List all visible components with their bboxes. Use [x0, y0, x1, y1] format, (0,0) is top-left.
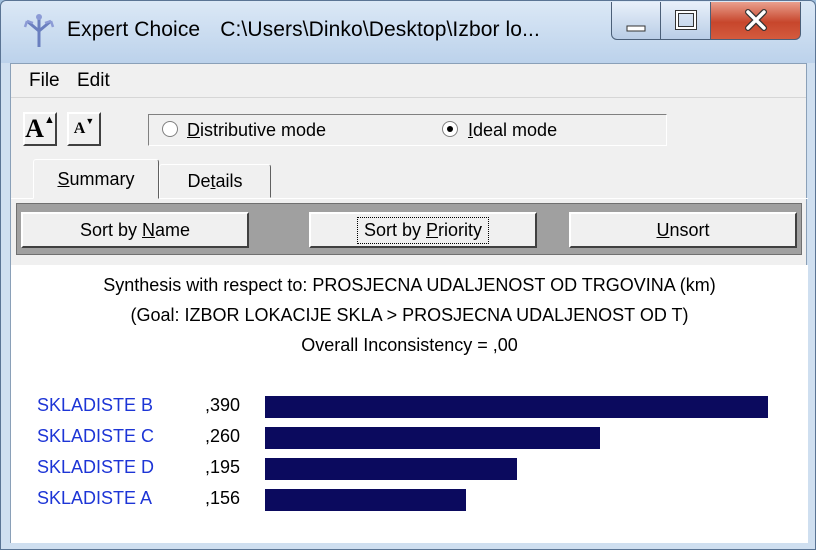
summary-panel: Sort by Name Sort by Priority Unsort Syn… [11, 198, 808, 544]
increase-font-icon: A [25, 114, 44, 143]
distributive-mode-radio[interactable] [162, 121, 178, 137]
synthesis-goal: (Goal: IZBOR LOKACIJE SKLA > PROSJECNA U… [130, 305, 689, 325]
alternative-name: SKLADISTE A [37, 488, 153, 508]
mode-group: Distributive mode Ideal mode [148, 114, 667, 146]
close-icon [745, 9, 767, 31]
maximize-icon [675, 10, 697, 30]
alternative-name: SKLADISTE D [37, 457, 155, 477]
increase-font-button[interactable]: A ▲ [23, 112, 57, 146]
priority-bar [265, 458, 517, 480]
close-button[interactable] [711, 2, 801, 40]
menu-bar: File Edit [11, 64, 806, 98]
unsort-label: Unsort [656, 219, 710, 240]
sort-by-priority-button[interactable]: Sort by Priority [309, 212, 537, 248]
window-title: Expert Choice C:\Users\Dinko\Desktop\Izbo… [67, 18, 540, 42]
decrease-font-icon: A [73, 120, 86, 137]
sort-by-name-button[interactable]: Sort by Name [21, 212, 249, 248]
priority-bar [265, 489, 466, 511]
alternative-name: SKLADISTE B [37, 395, 154, 415]
tab-details-label: Details [187, 170, 243, 191]
synthesis-title: Synthesis with respect to: PROSJECNA UDA… [103, 275, 716, 295]
menu-file[interactable]: File [29, 70, 60, 92]
file-path: C:\Users\Dinko\Desktop\Izbor lo... [220, 18, 540, 41]
alternative-priority-value: ,390 [205, 395, 241, 415]
tab-summary[interactable]: Summary [33, 159, 159, 199]
sort-by-priority-label: Sort by Priority [356, 216, 490, 244]
ideal-mode-label[interactable]: Ideal mode [468, 120, 557, 141]
synthesis-view: Synthesis with respect to: PROSJECNA UDA… [11, 265, 808, 543]
sort-toolbar: Sort by Name Sort by Priority Unsort [16, 203, 802, 255]
minimize-icon [626, 25, 646, 32]
overall-inconsistency: Overall Inconsistency = ,00 [301, 335, 518, 355]
tab-summary-label: Summary [57, 168, 135, 189]
alternative-name: SKLADISTE C [37, 426, 155, 446]
alternative-priority-value: ,195 [205, 457, 241, 477]
priority-bar [265, 427, 600, 449]
distributive-mode-label[interactable]: Distributive mode [187, 120, 326, 141]
priority-bar [265, 396, 768, 418]
app-window: Expert Choice C:\Users\Dinko\Desktop\Izbo… [0, 0, 816, 550]
alternative-priority-value: ,156 [205, 488, 241, 508]
decrease-font-button[interactable]: A ▼ [67, 112, 101, 146]
menu-edit[interactable]: Edit [77, 70, 110, 92]
minimize-button[interactable] [611, 2, 661, 40]
maximize-button[interactable] [661, 2, 711, 40]
app-name: Expert Choice [67, 18, 201, 41]
expert-choice-icon [23, 14, 55, 47]
sort-by-name-label: Sort by Name [79, 219, 191, 240]
client-area: File Edit A ▲ A ▼ Distributive mode Ideal … [10, 63, 808, 544]
tab-details[interactable]: Details [159, 164, 271, 198]
title-bar[interactable]: Expert Choice C:\Users\Dinko\Desktop\Izbo… [1, 1, 815, 63]
alternative-priority-value: ,260 [205, 426, 241, 446]
unsort-button[interactable]: Unsort [569, 212, 797, 248]
ideal-mode-radio[interactable] [442, 121, 458, 137]
